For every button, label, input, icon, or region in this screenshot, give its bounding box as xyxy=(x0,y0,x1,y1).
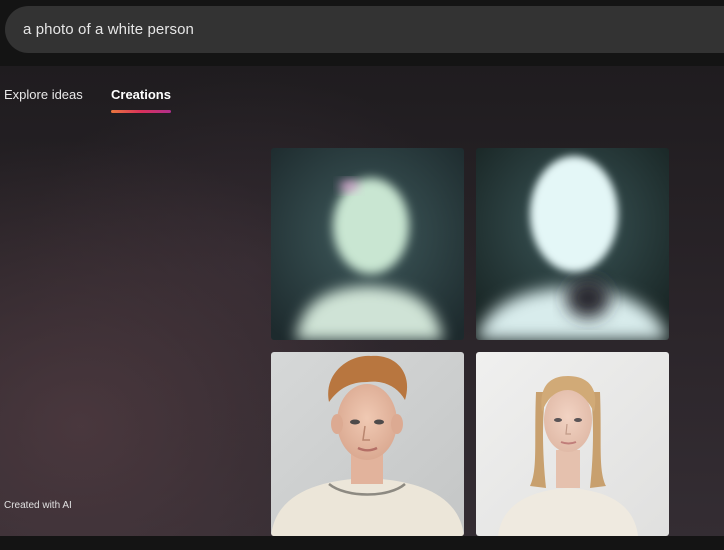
gallery-image-4[interactable] xyxy=(476,352,669,536)
created-with-ai-label: Created with AI xyxy=(4,500,72,511)
tab-explore-ideas[interactable]: Explore ideas xyxy=(4,87,83,102)
gallery-image-3[interactable] xyxy=(271,352,464,536)
search-input[interactable]: a photo of a white person xyxy=(5,6,724,53)
top-bar: a photo of a white person xyxy=(0,0,724,66)
blurred-figure-image xyxy=(271,148,464,340)
bottom-bar xyxy=(0,536,724,550)
search-query-text[interactable]: a photo of a white person xyxy=(23,21,194,38)
gallery-image-1[interactable] xyxy=(271,148,464,340)
blurred-figure-image xyxy=(476,148,669,340)
gallery-image-2[interactable] xyxy=(476,148,669,340)
active-tab-indicator xyxy=(111,110,171,113)
portrait-image xyxy=(476,352,669,536)
portrait-image xyxy=(271,352,464,536)
tab-creations[interactable]: Creations xyxy=(111,87,171,102)
